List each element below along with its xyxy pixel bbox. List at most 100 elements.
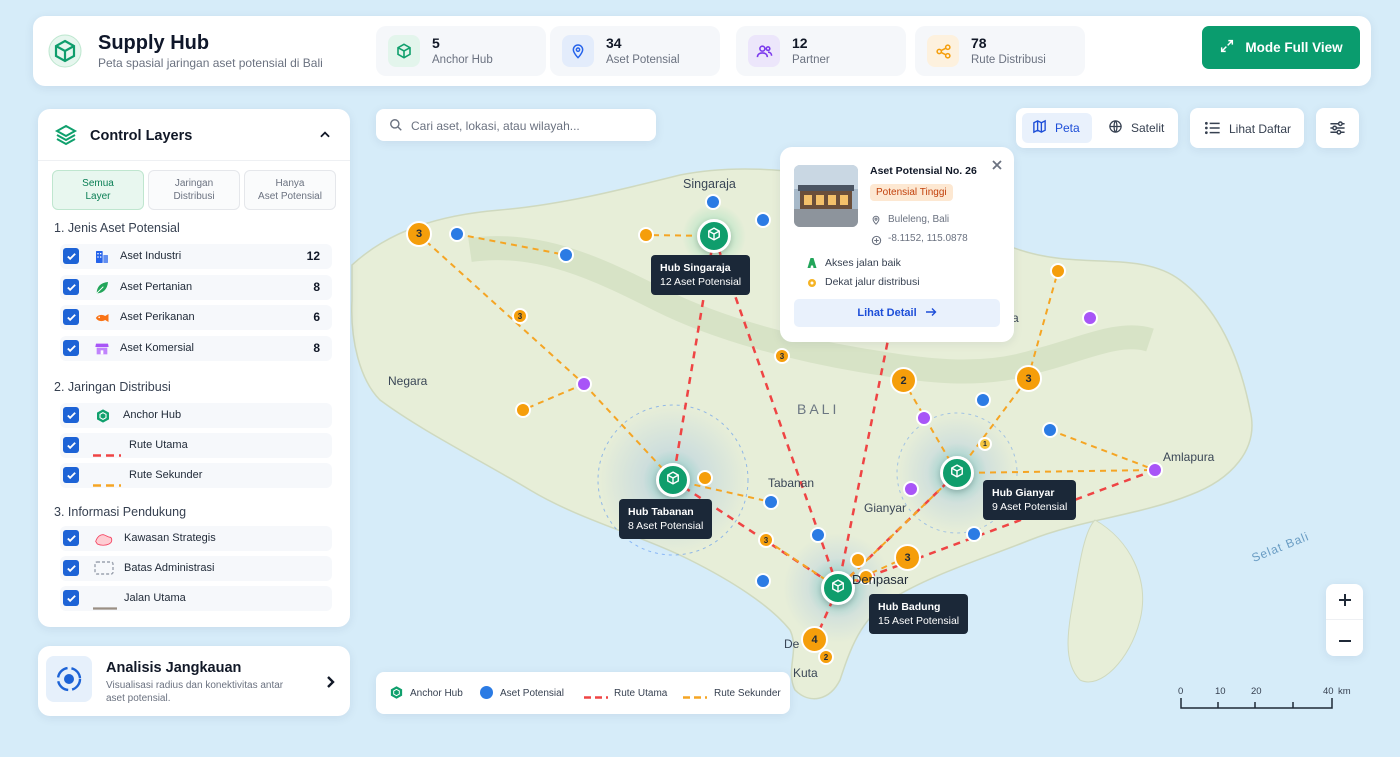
layer-count: 6: [313, 310, 320, 324]
place-label: De: [784, 637, 800, 651]
cluster-marker[interactable]: 2: [890, 367, 917, 394]
scale-tick: 40: [1323, 686, 1334, 697]
cluster-marker[interactable]: 1: [978, 437, 992, 451]
zoom-out-button[interactable]: [1326, 620, 1363, 656]
sliders-icon: [1329, 120, 1346, 141]
layer-row-rute-sekunder[interactable]: Rute Sekunder: [60, 463, 332, 488]
tab-semua-layer[interactable]: Semua Layer: [52, 170, 144, 210]
close-icon[interactable]: [992, 157, 1002, 175]
stat-aset-potensial: 34 Aset Potensial: [550, 26, 720, 76]
hub-marker-singaraja[interactable]: [697, 219, 731, 253]
cluster-marker[interactable]: 2: [818, 649, 834, 665]
layer-filter-tabs: Semua Layer Jaringan Distribusi Hanya Aset …: [52, 170, 336, 210]
checkbox[interactable]: [63, 437, 79, 453]
layer-row-industri[interactable]: Aset Industri 12: [60, 244, 332, 269]
layers-icon: [54, 123, 78, 152]
cube-icon: [666, 470, 680, 490]
stat-value: 78: [971, 35, 987, 51]
app-title: Supply Hub: [98, 32, 210, 54]
checkbox[interactable]: [63, 309, 79, 325]
dashed-border-icon: [94, 561, 114, 577]
hub-marker-tabanan[interactable]: [656, 463, 690, 497]
layer-row-pertanian[interactable]: Aset Pertanian 8: [60, 275, 332, 300]
section-title: 3. Informasi Pendukung: [54, 505, 187, 519]
checkbox[interactable]: [63, 530, 79, 546]
cluster-marker[interactable]: 3: [758, 532, 774, 548]
hub-name: Hub Gianyar: [992, 487, 1055, 499]
layer-row-anchor-hub[interactable]: Anchor Hub: [60, 403, 332, 428]
checkbox[interactable]: [63, 248, 79, 264]
place-label: Tabanan: [768, 476, 815, 490]
analysis-card[interactable]: Analisis Jangkauan Visualisasi radius da…: [38, 646, 350, 716]
full-view-button[interactable]: Mode Full View: [1202, 26, 1360, 69]
satellite-view-button[interactable]: Satelit: [1098, 113, 1172, 143]
hub-asset-count: 15 Aset Potensial: [878, 615, 960, 627]
map-view-button[interactable]: Peta: [1022, 113, 1092, 143]
legend-label: Anchor Hub: [410, 688, 463, 699]
checkbox[interactable]: [63, 340, 79, 356]
layer-row-kawasan-strategis[interactable]: Kawasan Strategis: [60, 526, 332, 551]
view-detail-button[interactable]: Lihat Detail: [794, 299, 1000, 327]
stat-label: Partner: [792, 54, 830, 66]
hub-marker-gianyar[interactable]: [940, 456, 974, 490]
chevron-up-icon[interactable]: [318, 128, 332, 147]
tab-hanya-aset-potensial[interactable]: Hanya Aset Potensial: [244, 170, 336, 210]
place-label: Kuta: [793, 666, 818, 680]
popup-location: Buleleng, Bali: [888, 214, 950, 225]
top-header: Supply Hub Peta spasial jaringan aset po…: [33, 16, 1371, 86]
tab-line: Distribusi: [173, 191, 215, 202]
layers-header[interactable]: Control Layers: [38, 109, 350, 161]
hub-marker-badung[interactable]: [821, 571, 855, 605]
checkbox[interactable]: [63, 467, 79, 483]
layer-label: Rute Sekunder: [129, 469, 203, 481]
layer-count: 8: [313, 341, 320, 355]
orange-dash-line-icon: [683, 691, 707, 702]
layer-count: 8: [313, 280, 320, 294]
layer-row-batas-administrasi[interactable]: Batas Administrasi: [60, 556, 332, 581]
building-icon: [94, 249, 110, 265]
tab-jaringan-distribusi[interactable]: Jaringan Distribusi: [148, 170, 240, 210]
section-title: 2. Jaringan Distribusi: [54, 380, 171, 394]
map-icon: [1032, 119, 1047, 137]
search-bar[interactable]: Cari aset, lokasi, atau wilayah...: [376, 109, 656, 141]
stat-label: Anchor Hub: [432, 54, 493, 66]
cluster-marker[interactable]: 3: [774, 348, 790, 364]
search-icon: [389, 118, 403, 137]
checkbox[interactable]: [63, 560, 79, 576]
route-marker-icon: [806, 276, 818, 294]
tab-line: Aset Potensial: [258, 191, 322, 202]
hub-name: Hub Badung: [878, 601, 941, 613]
layer-row-jalan-utama[interactable]: Jalan Utama: [60, 586, 332, 611]
layer-row-perikanan[interactable]: Aset Perikanan 6: [60, 305, 332, 330]
search-input[interactable]: Cari aset, lokasi, atau wilayah...: [411, 119, 580, 133]
list-view-button[interactable]: Lihat Daftar: [1190, 108, 1304, 148]
fish-icon: [94, 310, 110, 326]
checkbox[interactable]: [63, 590, 79, 606]
stat-value: 12: [792, 35, 808, 51]
filter-settings-button[interactable]: [1316, 108, 1359, 148]
checkbox[interactable]: [63, 407, 79, 423]
tab-line: Layer: [85, 191, 111, 202]
stat-value: 34: [606, 35, 622, 51]
zoom-controls: [1326, 584, 1363, 656]
chevron-right-icon[interactable]: [326, 675, 336, 694]
location-pin-icon: [871, 213, 881, 231]
legend-label: Rute Utama: [614, 688, 668, 699]
place-label: BALI: [797, 401, 840, 417]
cluster-marker[interactable]: 3: [1015, 365, 1042, 392]
layer-label: Aset Industri: [120, 250, 182, 262]
layer-count: 12: [306, 249, 320, 263]
cluster-marker[interactable]: 3: [894, 544, 921, 571]
expand-icon: [1219, 38, 1235, 57]
cluster-marker[interactable]: 3: [406, 221, 432, 247]
stat-anchor-hub: 5 Anchor Hub: [376, 26, 546, 76]
zoom-in-button[interactable]: [1326, 584, 1363, 620]
globe-icon: [1108, 119, 1123, 137]
popup-title: Aset Potensial No. 26: [870, 165, 977, 177]
stat-partner: 12 Partner: [736, 26, 906, 76]
layer-row-komersial[interactable]: Aset Komersial 8: [60, 336, 332, 361]
checkbox[interactable]: [63, 279, 79, 295]
view-toggle: Peta Satelit: [1016, 108, 1178, 148]
layer-row-rute-utama[interactable]: Rute Utama: [60, 433, 332, 458]
cluster-marker[interactable]: 3: [512, 308, 528, 324]
